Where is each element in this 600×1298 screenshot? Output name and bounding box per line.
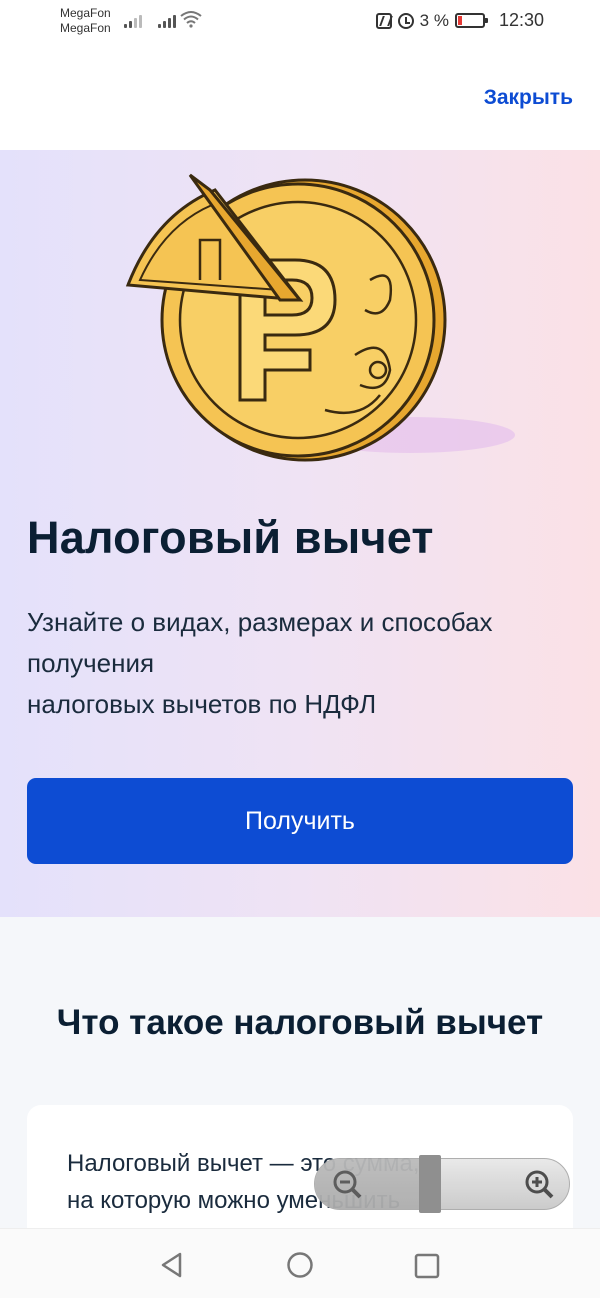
alarm-icon [397, 12, 414, 29]
hero-subtitle: Узнайте о видах, размерах и способах пол… [27, 602, 577, 725]
carrier-1: MegaFon [60, 6, 111, 20]
section-title: Что такое налоговый вычет [56, 1003, 544, 1042]
hero-banner: Налоговый вычет Узнайте о видах, размера… [0, 150, 600, 917]
zoom-in-button[interactable] [509, 1159, 569, 1209]
zoom-out-icon [333, 1170, 362, 1199]
status-bar: MegaFon MegaFon 3 % 12:30 [0, 0, 600, 44]
close-button[interactable]: Закрыть [484, 86, 573, 110]
system-nav-bar [0, 1228, 600, 1298]
hero-subtitle-line-1: Узнайте о видах, размерах и способах пол… [27, 607, 493, 678]
signal-icon [158, 12, 176, 28]
clock: 12:30 [498, 10, 544, 30]
home-circle-icon[interactable] [286, 1251, 314, 1279]
zoom-control[interactable] [314, 1155, 570, 1213]
signal-icon [124, 12, 142, 28]
back-triangle-icon[interactable] [158, 1251, 186, 1279]
carrier-names: MegaFon MegaFon [60, 6, 111, 36]
status-indicators: 3 % 12:30 [375, 10, 544, 31]
page-header: Закрыть [0, 44, 600, 150]
recent-square-icon[interactable] [414, 1253, 440, 1279]
zoom-in-icon [525, 1170, 554, 1199]
battery-percent: 3 % [419, 10, 449, 30]
wifi-icon [180, 11, 202, 28]
zoom-slider-handle[interactable] [419, 1155, 441, 1213]
get-button[interactable]: Получить [27, 778, 573, 864]
page-title: Налоговый вычет [27, 512, 434, 563]
nfc-icon [375, 12, 392, 29]
hero-subtitle-line-2: налоговых вычетов по НДФЛ [27, 689, 377, 719]
carrier-2: MegaFon [60, 21, 111, 35]
ruble-coin-icon [125, 173, 515, 462]
battery-icon [454, 13, 488, 28]
